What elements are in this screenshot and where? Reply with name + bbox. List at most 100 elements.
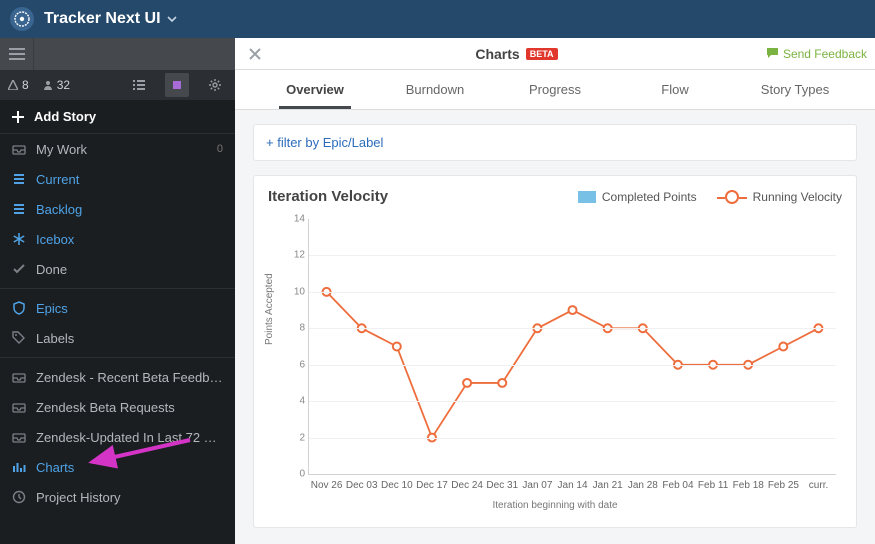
y-tick: 8: [283, 323, 305, 334]
hamburger-button[interactable]: [0, 38, 34, 70]
list-icon: [12, 172, 26, 186]
velocity-marker-icon: [725, 190, 739, 204]
settings-button[interactable]: [203, 73, 227, 97]
sidebar-item-current[interactable]: Current: [0, 164, 235, 194]
x-tick: Dec 10: [381, 480, 413, 491]
sidebar-item-label: Icebox: [36, 232, 223, 247]
legend: Completed Points Running Velocity: [578, 190, 842, 204]
sidebar-item-epics[interactable]: Epics: [0, 293, 235, 323]
sidebar-item-label: Zendesk-Updated In Last 72 H...: [36, 430, 223, 445]
comment-icon: [766, 47, 779, 60]
line-point[interactable]: [393, 343, 401, 351]
sidebar-item-labels[interactable]: Labels: [0, 323, 235, 353]
x-tick: Feb 18: [733, 480, 764, 491]
sidebar-item-label: Backlog: [36, 202, 223, 217]
x-tick: Jan 07: [522, 480, 552, 491]
x-tick: curr.: [809, 480, 828, 491]
line-point[interactable]: [498, 379, 506, 387]
sidebar-item-count: 0: [217, 143, 223, 155]
x-tick: Feb 11: [698, 480, 728, 491]
chart: Points Accepted Nov 26Dec 03Dec 10Dec 17…: [268, 215, 842, 515]
line-point[interactable]: [779, 343, 787, 351]
sidebar-topbar: [0, 38, 235, 70]
sidebar-item-zendesk-updated-in-last-72-h[interactable]: Zendesk-Updated In Last 72 H...: [0, 422, 235, 452]
tab-burndown[interactable]: Burndown: [375, 70, 495, 109]
sidebar-item-backlog[interactable]: Backlog: [0, 194, 235, 224]
send-feedback-link[interactable]: Send Feedback: [766, 47, 867, 61]
iter-count-val: 8: [22, 78, 29, 92]
project-name-text: Tracker Next UI: [44, 10, 161, 28]
legend-a-label: Completed Points: [602, 190, 697, 204]
x-tick: Dec 31: [486, 480, 518, 491]
y-tick: 10: [283, 286, 305, 297]
sidebar-item-label: Project History: [36, 490, 223, 505]
check-icon: [12, 262, 26, 276]
x-tick: Dec 03: [346, 480, 378, 491]
iteration-icon: [8, 80, 18, 90]
x-tick: Jan 21: [593, 480, 623, 491]
y-tick: 14: [283, 214, 305, 225]
tab-progress[interactable]: Progress: [495, 70, 615, 109]
sidebar-item-my-work[interactable]: My Work 0: [0, 134, 235, 164]
add-story-label: Add Story: [34, 109, 96, 124]
sidebar-item-label: Done: [36, 262, 223, 277]
sidebar-item-label: My Work: [36, 142, 207, 157]
x-tick: Feb 25: [768, 480, 799, 491]
y-tick: 0: [283, 469, 305, 480]
x-tick: Jan 14: [558, 480, 588, 491]
completed-swatch-icon: [578, 191, 596, 203]
tag-icon: [12, 331, 26, 345]
filter-link[interactable]: + filter by Epic/Label: [253, 124, 857, 161]
sidebar-item-label: Epics: [36, 301, 223, 316]
chart-icon: [12, 460, 26, 474]
inbox-icon: [12, 400, 26, 414]
velocity-card: Iteration Velocity Completed Points Runn…: [253, 175, 857, 528]
sidebar-item-zendesk-recent-beta-feedback[interactable]: Zendesk - Recent Beta Feedback: [0, 362, 235, 392]
sidebar-item-done[interactable]: Done: [0, 254, 235, 284]
sidebar-item-charts[interactable]: Charts: [0, 452, 235, 482]
close-panel-button[interactable]: [243, 42, 267, 66]
shield-icon: [12, 301, 26, 315]
card-title: Iteration Velocity: [268, 188, 578, 205]
y-tick: 2: [283, 432, 305, 443]
list-icon: [12, 202, 26, 216]
sidebar-item-label: Current: [36, 172, 223, 187]
sidebar-item-zendesk-beta-requests[interactable]: Zendesk Beta Requests: [0, 392, 235, 422]
x-tick: Feb 04: [662, 480, 693, 491]
sidebar-item-label: Charts: [36, 460, 223, 475]
line-point[interactable]: [569, 306, 577, 314]
x-tick: Dec 17: [416, 480, 448, 491]
member-count-val: 32: [57, 78, 70, 92]
main-panel: Charts BETA Send Feedback OverviewBurndo…: [235, 38, 875, 544]
panel-view-button[interactable]: [165, 73, 189, 97]
x-tick: Nov 26: [311, 480, 343, 491]
chevron-down-icon: [167, 14, 177, 24]
sidebar-item-project-history[interactable]: Project History: [0, 482, 235, 512]
feedback-label: Send Feedback: [783, 47, 867, 61]
sidebar: 8 32 Add Story My Work 0 Current Backlog Ice…: [0, 38, 235, 544]
inbox-icon: [12, 142, 26, 156]
add-story-button[interactable]: Add Story: [0, 100, 235, 134]
member-count[interactable]: 32: [43, 78, 70, 92]
sidebar-item-label: Labels: [36, 331, 223, 346]
tab-flow[interactable]: Flow: [615, 70, 735, 109]
tab-overview[interactable]: Overview: [255, 70, 375, 109]
snow-icon: [12, 232, 26, 246]
iteration-count[interactable]: 8: [8, 78, 29, 92]
person-icon: [43, 80, 53, 90]
sidebar-item-label: Zendesk - Recent Beta Feedback: [36, 370, 223, 385]
line-point[interactable]: [463, 379, 471, 387]
plus-icon: [12, 111, 24, 123]
list-view-button[interactable]: [127, 73, 151, 97]
panel-header: Charts BETA Send Feedback: [235, 38, 875, 70]
clock-icon: [12, 490, 26, 504]
top-bar: Tracker Next UI: [0, 0, 875, 38]
y-tick: 12: [283, 250, 305, 261]
sidebar-item-icebox[interactable]: Icebox: [0, 224, 235, 254]
app-logo[interactable]: [10, 7, 34, 31]
tab-story-types[interactable]: Story Types: [735, 70, 855, 109]
inbox-icon: [12, 430, 26, 444]
project-title[interactable]: Tracker Next UI: [44, 10, 177, 28]
sidebar-item-label: Zendesk Beta Requests: [36, 400, 223, 415]
legend-completed: Completed Points: [578, 190, 697, 204]
